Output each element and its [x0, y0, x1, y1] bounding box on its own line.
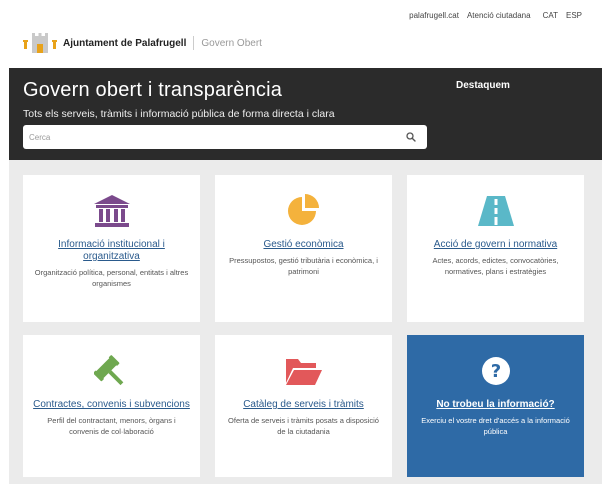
card-description: Actes, acords, edictes, convocatòries, n… [432, 256, 559, 276]
town-hall-logo-icon[interactable] [23, 32, 57, 54]
card-description: Oferta de serveis i tràmits posats a dis… [228, 416, 379, 436]
card-contracts[interactable]: Contractes, convenis i subvencions Perfi… [23, 335, 200, 477]
hero-banner: Govern obert i transparència Tots els se… [9, 68, 602, 160]
card-economic-management[interactable]: Gestió econòmica Pressupostos, gestió tr… [215, 175, 392, 322]
card-services-catalog[interactable]: Catàleg de serveis i tràmits Oferta de s… [215, 335, 392, 477]
card-info-not-found[interactable]: ? No trobeu la informació? Exerciu el vo… [407, 335, 584, 477]
top-nav: palafrugell.cat Atenció ciutadana CAT ES… [409, 11, 582, 20]
question-icon: ? [407, 351, 584, 391]
site-link[interactable]: palafrugell.cat [409, 11, 459, 20]
search-icon[interactable] [401, 127, 421, 147]
card-title[interactable]: Contractes, convenis i subvencions [31, 399, 192, 411]
brand-name[interactable]: Ajuntament de Palafrugell [63, 38, 186, 49]
card-title[interactable]: Informació institucional i organitzativa [31, 239, 192, 263]
card-description: Pressupostos, gestió tributària i econòm… [229, 256, 378, 276]
card-description: Exerciu el vostre dret d'accés a la info… [421, 416, 570, 436]
folder-open-icon [215, 351, 392, 391]
card-government-action[interactable]: Acció de govern i normativa Actes, acord… [407, 175, 584, 322]
card-title[interactable]: Catàleg de serveis i tràmits [223, 399, 384, 411]
institution-icon [23, 191, 200, 231]
citizen-service-link[interactable]: Atenció ciutadana [467, 11, 531, 20]
svg-text:?: ? [490, 361, 500, 382]
card-institutional-info[interactable]: Informació institucional i organitzativa… [23, 175, 200, 322]
gavel-icon [23, 351, 200, 391]
brand-header: Ajuntament de Palafrugell Govern Obert [23, 30, 262, 56]
hero-tagline: Tots els serveis, tràmits i informació p… [23, 108, 335, 120]
page-title: Govern obert i transparència [23, 79, 283, 101]
lang-esp-link[interactable]: ESP [566, 11, 582, 20]
card-title[interactable]: Gestió econòmica [223, 239, 384, 251]
brand-subtitle: Govern Obert [201, 37, 262, 49]
search-input[interactable] [23, 125, 401, 149]
card-description: Organització política, personal, entitat… [34, 268, 189, 288]
road-icon [407, 191, 584, 231]
brand-divider [193, 36, 195, 50]
pie-chart-icon [215, 191, 392, 231]
card-title[interactable]: Acció de govern i normativa [415, 239, 576, 251]
card-description: Perfil del contractant, menors, òrgans i… [47, 416, 176, 436]
search-box [23, 125, 427, 149]
lang-cat-link[interactable]: CAT [543, 11, 558, 20]
featured-heading: Destaquem [456, 80, 510, 91]
card-title[interactable]: No trobeu la informació? [415, 399, 576, 411]
